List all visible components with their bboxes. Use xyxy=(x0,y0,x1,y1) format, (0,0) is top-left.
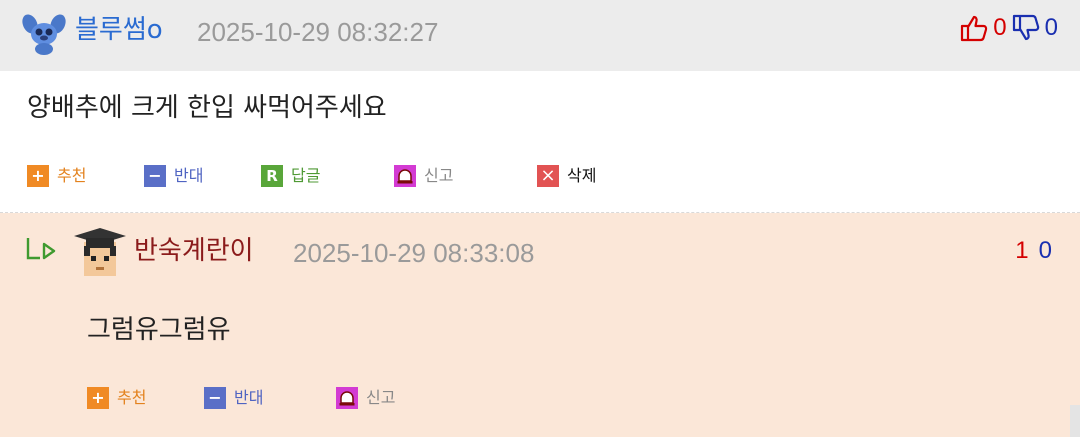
oppose-label: 반대 xyxy=(234,388,264,407)
down-count: 0 xyxy=(1044,14,1058,41)
comment-timestamp: 2025-10-29 08:32:27 xyxy=(197,17,439,47)
plus-icon: + xyxy=(87,387,109,409)
reply-vote-counts: 1 0 xyxy=(1015,233,1052,269)
report-button[interactable]: 신고 xyxy=(394,158,453,194)
comment-author[interactable]: 블루썸o xyxy=(75,12,163,48)
recommend-label: 추천 xyxy=(117,388,147,407)
delete-button[interactable]: × 삭제 xyxy=(537,158,596,194)
plus-icon: + xyxy=(27,165,49,187)
oppose-label: 반대 xyxy=(174,166,204,185)
reply-down-count: 0 xyxy=(1038,237,1052,264)
report-label: 신고 xyxy=(366,388,396,407)
oppose-button[interactable]: − 반대 xyxy=(144,158,203,194)
minus-icon: − xyxy=(144,165,166,187)
reply-author[interactable]: 반숙계란이 xyxy=(134,233,254,269)
comment-body: 양배추에 크게 한입 싸먹어주세요 xyxy=(27,93,387,123)
reply-label: 답글 xyxy=(291,166,321,185)
siren-icon xyxy=(394,165,416,187)
thumb-down-icon[interactable] xyxy=(1011,13,1041,43)
reply-button[interactable]: R 답글 xyxy=(261,158,320,194)
graduate-avatar-icon[interactable] xyxy=(74,226,126,278)
thumb-up-icon[interactable] xyxy=(959,13,989,43)
reply-report-button[interactable]: 신고 xyxy=(336,380,395,416)
recommend-label: 추천 xyxy=(57,166,87,185)
reply-body: 그럼유그럼유 xyxy=(87,315,231,345)
reply-up-count: 1 xyxy=(1015,237,1029,264)
reply-r-icon: R xyxy=(261,165,283,187)
stitch-avatar-icon[interactable] xyxy=(22,12,66,56)
siren-icon xyxy=(336,387,358,409)
minus-icon: − xyxy=(204,387,226,409)
delete-label: 삭제 xyxy=(567,166,597,185)
reply-oppose-button[interactable]: − 반대 xyxy=(204,380,263,416)
report-label: 신고 xyxy=(424,166,454,185)
reply-recommend-button[interactable]: + 추천 xyxy=(87,380,146,416)
reply-arrow-icon xyxy=(25,235,59,265)
reply-timestamp: 2025-10-29 08:33:08 xyxy=(293,238,535,268)
up-count: 0 xyxy=(993,14,1007,41)
recommend-button[interactable]: + 추천 xyxy=(27,158,86,194)
comment-vote-counts: 0 0 xyxy=(959,10,1058,46)
scrollbar-thumb[interactable] xyxy=(1070,405,1080,437)
close-icon: × xyxy=(537,165,559,187)
